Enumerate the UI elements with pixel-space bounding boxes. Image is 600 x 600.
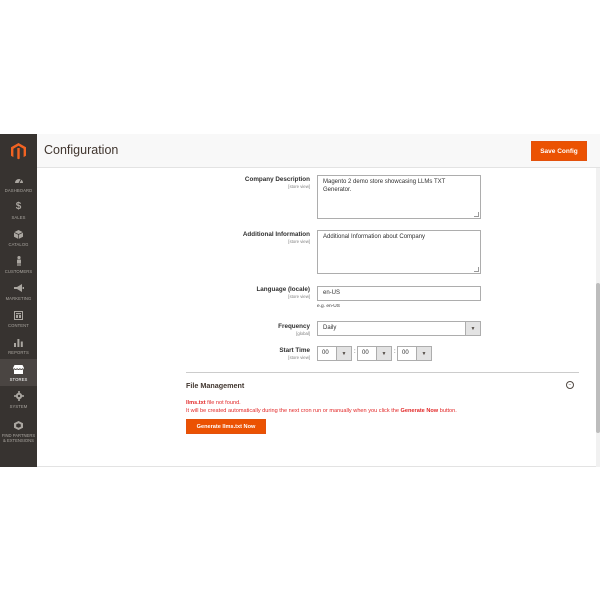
file-status-message: llms.txt file not found. (186, 400, 241, 406)
page-scrollbar[interactable] (596, 168, 600, 467)
magento-logo-icon (11, 142, 26, 159)
magento-logo[interactable] (0, 134, 37, 168)
sidebar-item-content[interactable]: CONTENT (0, 305, 37, 332)
sidebar-item-customers[interactable]: CUSTOMERS (0, 251, 37, 278)
language-note: e.g. en-US (317, 304, 340, 309)
start-time-label: Start Time [store view] (279, 347, 310, 360)
file-status-hint: It will be created automatically during … (186, 408, 457, 414)
language-label: Language (locale) [store view] (256, 286, 310, 299)
sidebar-item-label-line2: & EXTENSIONS (3, 438, 34, 443)
frequency-label: Frequency [global] (278, 323, 310, 336)
sidebar-item-label: SALES (11, 215, 26, 220)
dashboard-icon (13, 174, 25, 186)
person-icon (13, 255, 25, 267)
sidebar-item-system[interactable]: SYSTEM (0, 386, 37, 413)
box-icon (13, 228, 25, 240)
admin-sidebar: DASHBOARD $ SALES CATALOG CUSTOMERS MARK… (0, 134, 37, 467)
frequency-select[interactable]: Daily ▼ (317, 321, 481, 336)
sidebar-item-label: CATALOG (8, 242, 29, 247)
sidebar-item-stores[interactable]: STORES (0, 359, 37, 386)
sidebar-item-label: SYSTEM (9, 404, 28, 409)
dollar-icon: $ (15, 201, 22, 212)
resize-handle-icon[interactable] (474, 267, 479, 272)
page-header: Configuration Save Config (37, 134, 600, 168)
chevron-down-icon: ▼ (416, 347, 431, 360)
scrollbar-thumb[interactable] (596, 283, 600, 433)
sidebar-item-label: CONTENT (8, 323, 29, 328)
company-description-textarea[interactable]: Magento 2 demo store showcasing LLMs TXT… (317, 175, 481, 219)
generate-llms-button[interactable]: Generate llms.txt Now (186, 419, 266, 434)
start-time-minute-select[interactable]: 00 ▼ (357, 346, 392, 361)
sidebar-item-marketing[interactable]: MARKETING (0, 278, 37, 305)
time-separator: : (354, 349, 356, 355)
resize-handle-icon[interactable] (474, 212, 479, 217)
additional-information-textarea[interactable]: Additional Information about Company (317, 230, 481, 274)
start-time-hour-select[interactable]: 00 ▼ (317, 346, 352, 361)
sidebar-item-dashboard[interactable]: DASHBOARD (0, 170, 37, 197)
admin-app: DASHBOARD $ SALES CATALOG CUSTOMERS MARK… (0, 134, 600, 467)
file-management-title[interactable]: File Management (186, 381, 244, 390)
page-title: Configuration (44, 143, 119, 157)
megaphone-icon (13, 282, 25, 294)
sidebar-item-label: REPORTS (8, 350, 29, 355)
sidebar-item-label: DASHBOARD (4, 188, 33, 193)
sidebar-item-label: MARKETING (5, 296, 32, 301)
llms-filename: llms.txt (186, 400, 206, 406)
bar-chart-icon (13, 336, 25, 348)
sidebar-item-label: STORES (9, 377, 28, 382)
layout-icon (13, 309, 25, 321)
sidebar-item-label: CUSTOMERS (4, 269, 33, 274)
chevron-down-icon: ▼ (336, 347, 351, 360)
store-icon (13, 363, 25, 375)
language-input[interactable]: en-US (317, 286, 481, 301)
sidebar-item-catalog[interactable]: CATALOG (0, 224, 37, 251)
sidebar-item-find-partners[interactable]: FIND PARTNERS & EXTENSIONS (0, 414, 37, 448)
additional-information-label: Additional Information [store view] (242, 231, 310, 244)
company-description-label: Company Description [store view] (244, 176, 310, 189)
chevron-down-icon: ▼ (465, 322, 480, 335)
chevron-down-icon: ▼ (376, 347, 391, 360)
content-bottom-border (37, 466, 596, 467)
gear-icon (13, 390, 25, 402)
sidebar-item-sales[interactable]: $ SALES (0, 197, 37, 224)
config-form: Company Description [store view] Magento… (37, 168, 596, 467)
time-separator: : (394, 349, 396, 355)
collapse-icon[interactable]: − (566, 381, 574, 389)
sidebar-item-reports[interactable]: REPORTS (0, 332, 37, 359)
save-config-button[interactable]: Save Config (531, 141, 587, 161)
partners-icon (13, 419, 25, 431)
start-time-second-select[interactable]: 00 ▼ (397, 346, 432, 361)
section-divider (186, 372, 579, 373)
